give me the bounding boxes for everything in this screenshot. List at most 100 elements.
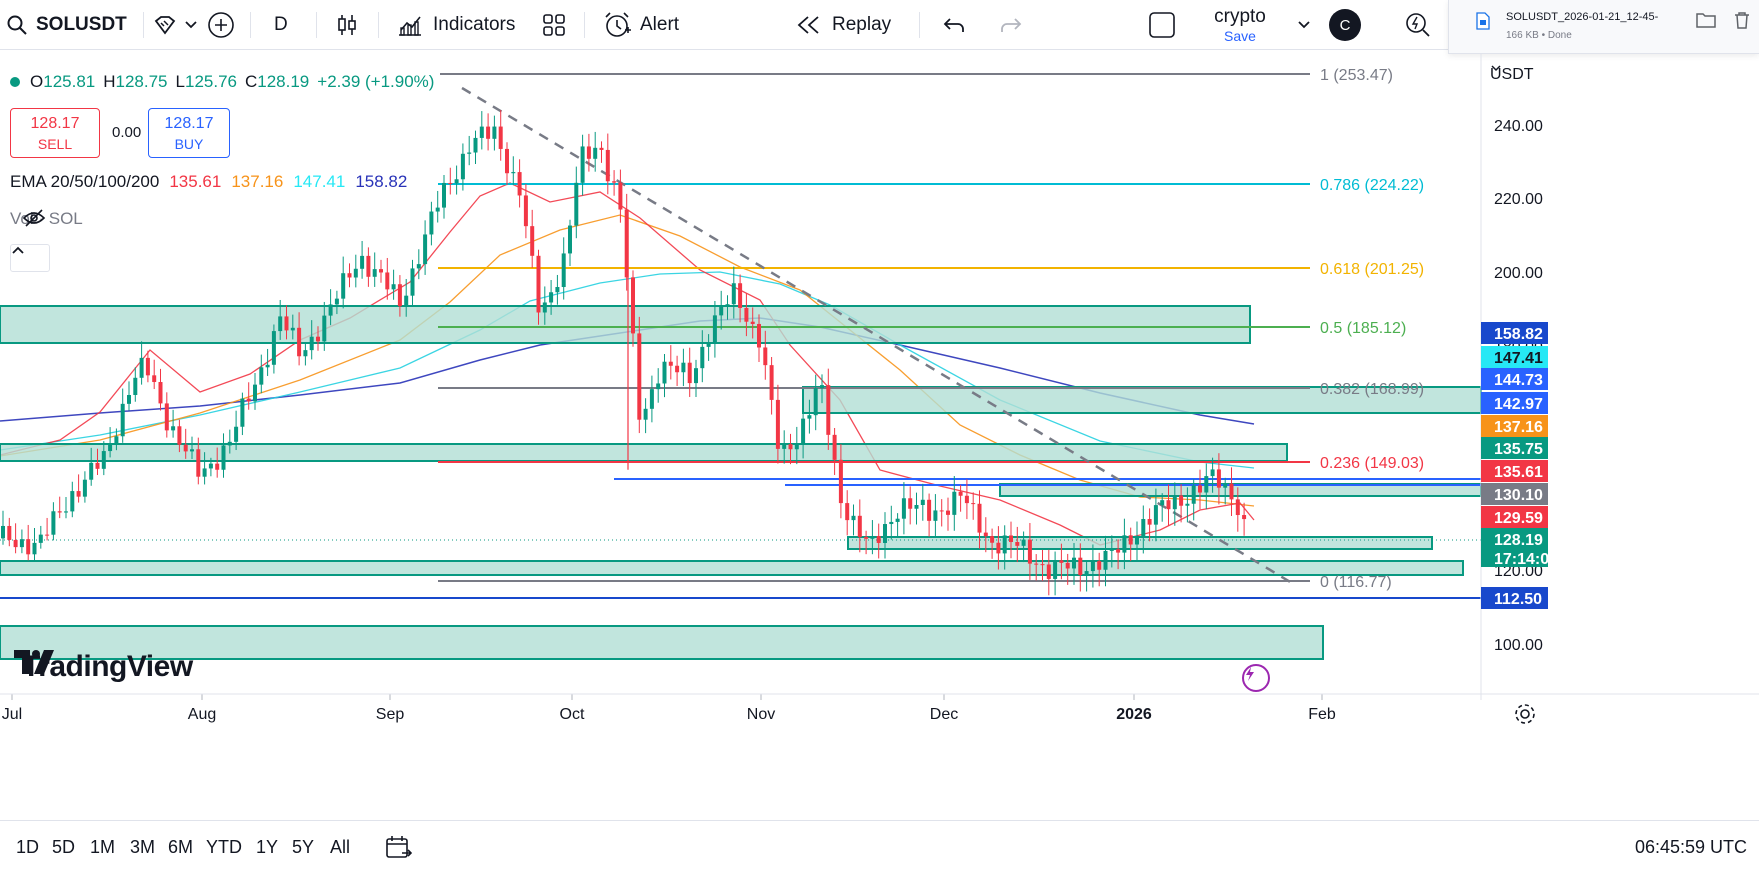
folder-icon[interactable] — [1696, 12, 1716, 28]
candle-body — [794, 443, 799, 450]
candle-body — [983, 532, 988, 537]
candle-body — [1141, 519, 1146, 537]
time-axis-label: Nov — [747, 706, 775, 723]
candle-body — [341, 273, 346, 299]
candle-body — [1122, 535, 1127, 553]
candle-body — [32, 542, 37, 555]
candle-body — [1027, 539, 1032, 564]
sr-zone-7[interactable] — [0, 625, 1324, 660]
quick-search-button[interactable] — [1404, 0, 1432, 50]
lightning-search-icon — [1406, 13, 1430, 37]
candle-body — [599, 147, 604, 150]
candle-body — [1103, 550, 1108, 570]
time-axis-label: Jul — [2, 706, 22, 723]
layout-dropdown-button[interactable] — [1297, 0, 1311, 50]
chart-pane[interactable]: 1 (253.47) 0.786 (224.22) 0.618 (201.25) 0.… — [0, 54, 1759, 820]
candle-body — [977, 503, 982, 533]
redo-icon — [1001, 18, 1022, 32]
candle-body — [914, 504, 919, 509]
indicators-icon — [399, 16, 421, 36]
range-1m[interactable]: 1M — [90, 837, 115, 858]
open-label: O — [30, 72, 44, 91]
sr-zone-5[interactable] — [847, 536, 1433, 550]
add-symbol-button[interactable] — [206, 0, 236, 50]
candle-body — [542, 302, 547, 313]
candle-body — [1147, 519, 1152, 525]
replay-button[interactable]: Replay — [796, 0, 891, 50]
candle-body — [208, 463, 213, 469]
close-value: 128.19 — [257, 72, 310, 91]
range-3m[interactable]: 3M — [130, 837, 155, 858]
utc-clock[interactable]: 06:45:59 UTC — [1635, 837, 1747, 858]
candle-body — [681, 362, 686, 373]
candle-body — [870, 535, 875, 539]
high-value: 128.75 — [115, 72, 168, 91]
candles-icon — [338, 15, 356, 35]
indicators-button[interactable]: Indicators — [396, 0, 515, 50]
interval-button[interactable]: D — [274, 0, 288, 50]
fullscreen-button[interactable] — [1148, 0, 1176, 50]
compare-symbol-button[interactable] — [152, 0, 198, 50]
tradingview-logo[interactable]: TradingView — [14, 650, 193, 684]
candle-body — [290, 327, 295, 331]
delete-icon[interactable] — [1734, 11, 1750, 29]
candle-body — [133, 377, 138, 396]
candle-body — [391, 284, 396, 290]
candle-body — [586, 146, 591, 159]
currency-selector[interactable]: USDT — [1490, 64, 1562, 86]
range-5d[interactable]: 5D — [52, 837, 75, 858]
candle-body — [1072, 557, 1076, 569]
volume-legend[interactable]: Vol · SOL — [10, 209, 83, 229]
sr-zone-6[interactable] — [0, 560, 1464, 576]
flash-icon-button[interactable] — [1242, 664, 1270, 692]
range-6m[interactable]: 6M — [168, 837, 193, 858]
candle-body — [1223, 483, 1228, 488]
candle-body — [838, 459, 843, 504]
ema-legend[interactable]: EMA 20/50/100/200 135.61 137.16 147.41 158.8… — [10, 172, 407, 192]
sr-zone-2[interactable] — [0, 443, 1288, 462]
candle-body — [517, 172, 522, 196]
candle-body — [857, 515, 862, 537]
undo-button[interactable] — [942, 0, 966, 50]
candle-body — [215, 463, 220, 470]
redo-button[interactable] — [999, 0, 1023, 50]
range-1d[interactable]: 1D — [16, 837, 39, 858]
goto-date-button[interactable] — [384, 833, 413, 866]
candle-body — [725, 304, 730, 306]
range-all[interactable]: All — [330, 837, 350, 858]
candle-body — [864, 536, 869, 539]
candle-body — [593, 147, 598, 159]
range-ytd[interactable]: YTD — [206, 837, 242, 858]
collapse-legend-button[interactable] — [10, 244, 50, 272]
candle-body — [775, 399, 780, 449]
fib-level-label: 0.5 (185.12) — [1320, 320, 1406, 337]
sr-zone-1[interactable] — [0, 305, 1251, 344]
price-tag-label: 158.82 — [1494, 326, 1543, 343]
candle-body — [152, 375, 157, 383]
undo-icon — [943, 18, 964, 32]
candle-body — [964, 495, 969, 504]
chevron-up-icon — [12, 246, 24, 254]
bottom-toolbar: 1D 5D 1M 3M 6M YTD 1Y 5Y All 06:45:59 UTC — [0, 820, 1759, 875]
user-avatar-button[interactable]: C — [1329, 0, 1361, 50]
eye-off-icon[interactable] — [22, 209, 46, 227]
range-5y[interactable]: 5Y — [292, 837, 314, 858]
candle-body — [139, 357, 144, 378]
candle-body — [271, 331, 276, 365]
grid-icon — [543, 14, 565, 36]
alert-button[interactable]: Alert — [602, 0, 679, 50]
range-1y[interactable]: 1Y — [256, 837, 278, 858]
ema100-value: 147.41 — [293, 172, 346, 191]
candle-body — [57, 511, 62, 513]
symbol-search[interactable]: SOLUSDT — [0, 0, 152, 50]
chart-settings-button[interactable] — [1513, 702, 1537, 726]
layout-menu[interactable]: crypto Save — [1196, 0, 1284, 50]
sell-button[interactable]: 128.17 SELL — [10, 108, 100, 158]
buy-button[interactable]: 128.17 BUY — [148, 108, 230, 158]
candle-body — [826, 385, 831, 435]
chart-type-button[interactable] — [334, 0, 360, 50]
price-chart-canvas[interactable]: 1 (253.47) 0.786 (224.22) 0.618 (201.25) 0.… — [0, 54, 1759, 820]
templates-button[interactable] — [541, 0, 567, 50]
candle-body — [1210, 469, 1215, 477]
candle-body — [719, 305, 724, 316]
